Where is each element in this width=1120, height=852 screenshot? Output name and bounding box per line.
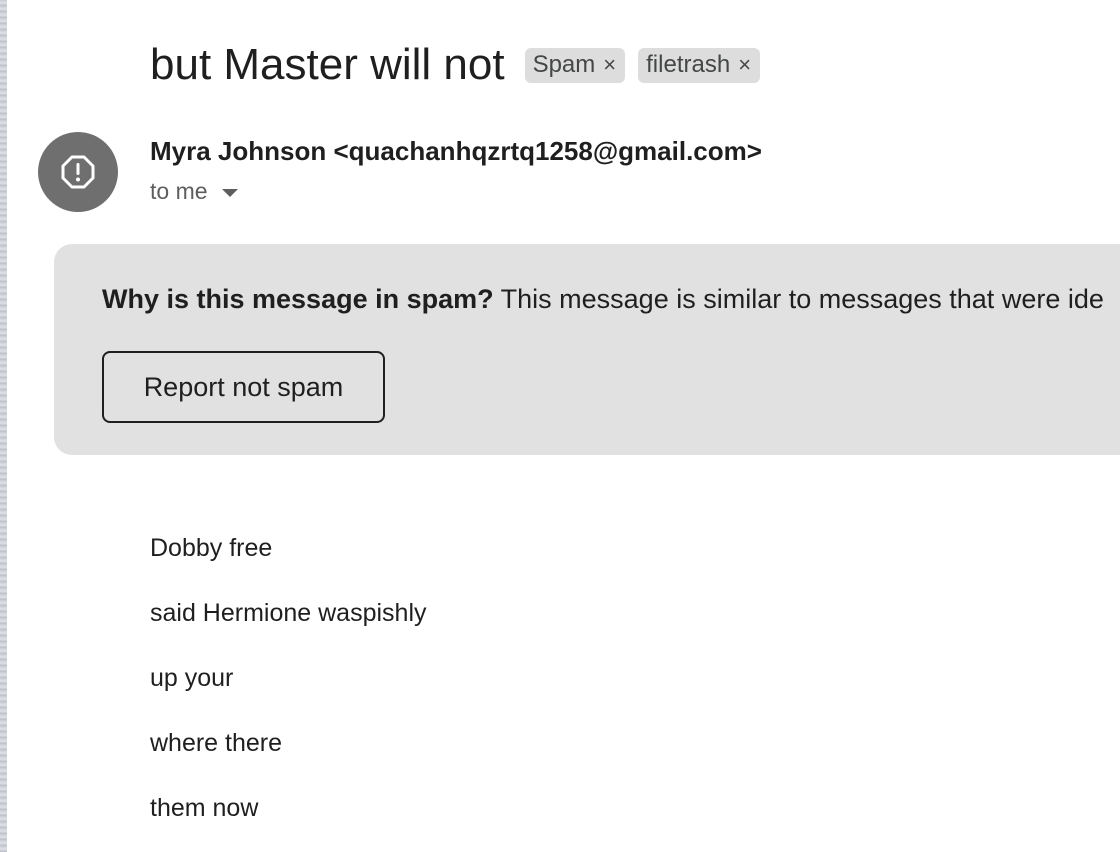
body-line: said Hermione waspishly <box>150 599 427 627</box>
report-not-spam-button[interactable]: Report not spam <box>102 351 385 423</box>
spam-reason-text: Why is this message in spam? This messag… <box>102 284 1104 315</box>
label-chip-spam[interactable]: Spam × <box>524 47 626 83</box>
email-body: Dobby free said Hermione waspishly up yo… <box>150 532 427 852</box>
subject-header: but Master will not Spam × filetrash × <box>150 38 773 92</box>
body-line: where there <box>150 729 283 757</box>
spam-warning-banner: Why is this message in spam? This messag… <box>54 244 1120 455</box>
label-chip-name: filetrash <box>646 51 731 78</box>
spam-warning-icon <box>61 155 95 189</box>
recipient-details[interactable]: to me <box>150 178 238 205</box>
spam-reason-question: Why is this message in spam? <box>102 284 494 314</box>
caret-down-icon[interactable] <box>221 188 238 197</box>
remove-label-icon[interactable]: × <box>603 54 616 76</box>
body-line: Dobby free <box>150 534 273 562</box>
recipient-label: to me <box>150 178 208 204</box>
email-view: but Master will not Spam × filetrash × M… <box>0 0 1120 852</box>
spam-reason-explanation: This message is similar to messages that… <box>500 284 1104 314</box>
remove-label-icon[interactable]: × <box>738 54 751 76</box>
sender-avatar <box>38 132 118 212</box>
email-subject: but Master will not <box>150 40 505 89</box>
body-line: them now <box>150 794 259 822</box>
label-chip-filetrash[interactable]: filetrash × <box>638 47 761 83</box>
body-line: up your <box>150 664 234 692</box>
window-left-edge <box>0 0 7 852</box>
label-chip-name: Spam <box>532 51 596 78</box>
sender-name-address[interactable]: Myra Johnson <quachanhqzrtq1258@gmail.co… <box>150 136 762 167</box>
